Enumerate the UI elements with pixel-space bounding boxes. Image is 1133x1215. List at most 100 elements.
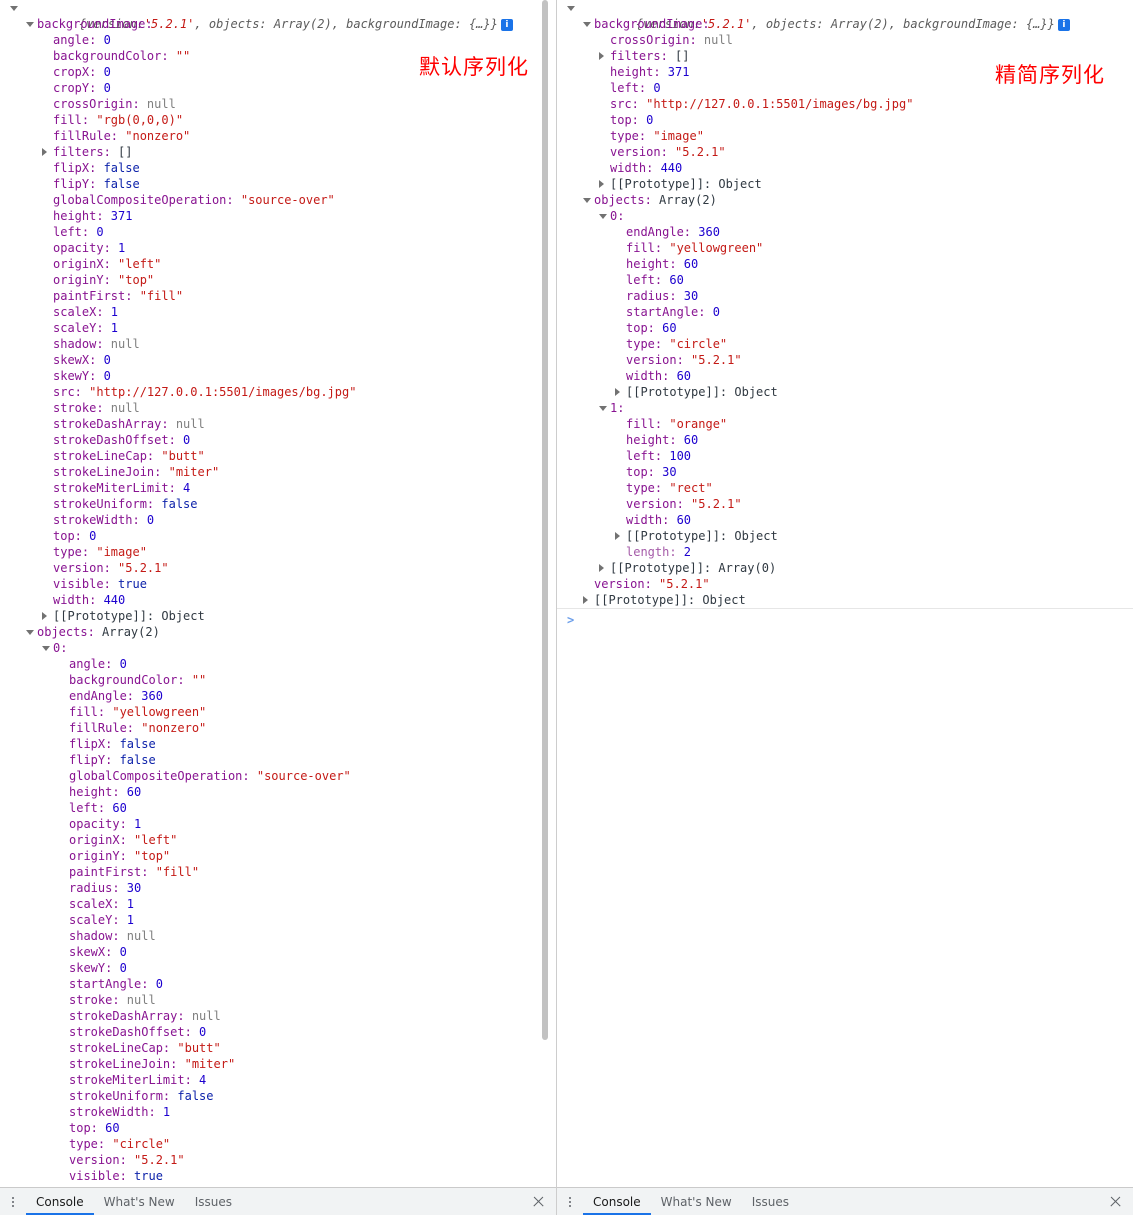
property-row[interactable]: originX: "left" <box>0 256 556 272</box>
property-row[interactable]: originX: "left" <box>0 832 556 848</box>
property-row[interactable]: radius: 30 <box>557 288 1133 304</box>
disclosure-triangle-closed-icon[interactable] <box>599 564 604 572</box>
property-row[interactable]: originY: "top" <box>0 272 556 288</box>
property-row[interactable]: startAngle: 0 <box>0 976 556 992</box>
property-row[interactable]: src: "http://127.0.0.1:5501/images/bg.jp… <box>557 96 1133 112</box>
tab-whats-new-right[interactable]: What's New <box>651 1189 742 1215</box>
console-output-left[interactable]: {version:'5.2.1', objects: Array(2), bac… <box>0 0 556 1187</box>
property-row[interactable]: fill: "yellowgreen" <box>0 704 556 720</box>
vertical-scrollbar-left[interactable] <box>541 0 549 1180</box>
disclosure-triangle-open-icon[interactable] <box>42 646 50 651</box>
property-row[interactable]: skewX: 0 <box>0 944 556 960</box>
property-row[interactable]: strokeUniform: false <box>0 496 556 512</box>
property-row[interactable]: strokeWidth: 1 <box>0 1104 556 1120</box>
property-row[interactable]: height: 371 <box>0 208 556 224</box>
tab-issues-left[interactable]: Issues <box>185 1189 242 1215</box>
property-row[interactable]: type: "image" <box>557 128 1133 144</box>
property-row[interactable]: src: "http://127.0.0.1:5501/images/bg.jp… <box>0 384 556 400</box>
disclosure-triangle-open-icon[interactable] <box>26 22 34 27</box>
close-icon-left[interactable] <box>526 1189 552 1215</box>
property-row[interactable]: cropY: 0 <box>0 80 556 96</box>
property-row[interactable]: scaleX: 1 <box>0 304 556 320</box>
property-row[interactable]: skewY: 0 <box>0 960 556 976</box>
tab-console-left[interactable]: Console <box>26 1189 94 1215</box>
property-row[interactable]: version: "5.2.1" <box>557 576 1133 592</box>
property-row[interactable]: stroke: null <box>0 400 556 416</box>
property-row[interactable]: height: 60 <box>0 784 556 800</box>
property-row[interactable]: strokeLineJoin: "miter" <box>0 1056 556 1072</box>
property-row[interactable]: type: "rect" <box>557 480 1133 496</box>
property-row[interactable]: strokeLineJoin: "miter" <box>0 464 556 480</box>
disclosure-triangle-closed-icon[interactable] <box>42 148 47 156</box>
property-row[interactable]: backgroundImage: <box>0 16 556 32</box>
property-row[interactable]: globalCompositeOperation: "source-over" <box>0 768 556 784</box>
disclosure-triangle-closed-icon[interactable] <box>615 532 620 540</box>
property-row[interactable]: objects: Array(2) <box>0 624 556 640</box>
property-row[interactable]: 1: <box>557 400 1133 416</box>
property-row[interactable]: opacity: 1 <box>0 240 556 256</box>
property-row[interactable]: flipY: false <box>0 752 556 768</box>
property-row[interactable]: scaleY: 1 <box>0 912 556 928</box>
property-row[interactable]: visible: true <box>0 576 556 592</box>
property-row[interactable]: [[Prototype]]: Object <box>557 528 1133 544</box>
property-row[interactable]: flipY: false <box>0 176 556 192</box>
property-row[interactable]: flipX: false <box>0 736 556 752</box>
property-row[interactable]: shadow: null <box>0 336 556 352</box>
property-row[interactable]: strokeDashArray: null <box>0 1008 556 1024</box>
console-output-right[interactable]: {version:'5.2.1', objects: Array(2), bac… <box>557 0 1133 1187</box>
property-row[interactable]: fillRule: "nonzero" <box>0 720 556 736</box>
property-row[interactable]: strokeLineCap: "butt" <box>0 1040 556 1056</box>
tab-whats-new-left[interactable]: What's New <box>94 1189 185 1215</box>
property-row[interactable]: 0: <box>0 640 556 656</box>
kebab-menu-icon[interactable] <box>0 1189 26 1215</box>
disclosure-triangle-open-icon[interactable] <box>583 198 591 203</box>
property-row[interactable]: type: "circle" <box>0 1136 556 1152</box>
property-row[interactable]: shadow: null <box>0 928 556 944</box>
property-row[interactable]: version: "5.2.1" <box>557 352 1133 368</box>
property-row[interactable]: strokeWidth: 0 <box>0 512 556 528</box>
property-row[interactable]: left: 60 <box>557 272 1133 288</box>
property-row[interactable]: flipX: false <box>0 160 556 176</box>
scrollbar-thumb[interactable] <box>542 0 548 1040</box>
property-row[interactable]: crossOrigin: null <box>557 32 1133 48</box>
property-row[interactable]: width: 60 <box>557 512 1133 528</box>
property-row[interactable]: filters: [] <box>0 144 556 160</box>
property-row[interactable]: height: 60 <box>557 432 1133 448</box>
property-row[interactable]: strokeLineCap: "butt" <box>0 448 556 464</box>
property-row[interactable]: visible: true <box>0 1168 556 1184</box>
property-row[interactable]: type: "circle" <box>557 336 1133 352</box>
property-row[interactable]: strokeMiterLimit: 4 <box>0 480 556 496</box>
property-row[interactable]: angle: 0 <box>0 656 556 672</box>
disclosure-triangle-closed-icon[interactable] <box>615 388 620 396</box>
property-row[interactable]: endAngle: 360 <box>557 224 1133 240</box>
property-row[interactable]: strokeUniform: false <box>0 1088 556 1104</box>
property-row[interactable]: top: 0 <box>0 528 556 544</box>
disclosure-triangle-open-icon[interactable] <box>599 214 607 219</box>
property-row[interactable]: strokeDashArray: null <box>0 416 556 432</box>
close-icon-right[interactable] <box>1103 1189 1129 1215</box>
property-row[interactable]: version: "5.2.1" <box>557 144 1133 160</box>
disclosure-triangle-open-icon[interactable] <box>10 6 18 11</box>
tab-console-right[interactable]: Console <box>583 1189 651 1215</box>
property-row[interactable]: width: 440 <box>0 592 556 608</box>
disclosure-triangle-closed-icon[interactable] <box>42 612 47 620</box>
property-row[interactable]: fill: "orange" <box>557 416 1133 432</box>
property-row[interactable]: crossOrigin: null <box>0 96 556 112</box>
property-row[interactable]: left: 100 <box>557 448 1133 464</box>
property-row[interactable]: skewX: 0 <box>0 352 556 368</box>
property-row[interactable]: [[Prototype]]: Array(0) <box>557 560 1133 576</box>
property-row[interactable]: globalCompositeOperation: "source-over" <box>0 192 556 208</box>
property-row[interactable]: startAngle: 0 <box>557 304 1133 320</box>
property-row[interactable]: top: 0 <box>557 112 1133 128</box>
property-row[interactable]: fillRule: "nonzero" <box>0 128 556 144</box>
kebab-menu-icon[interactable] <box>557 1189 583 1215</box>
property-row[interactable]: width: 440 <box>557 160 1133 176</box>
tab-issues-right[interactable]: Issues <box>742 1189 799 1215</box>
property-row[interactable]: stroke: null <box>0 992 556 1008</box>
disclosure-triangle-open-icon[interactable] <box>567 6 575 11</box>
property-row[interactable]: [[Prototype]]: Object <box>557 592 1133 608</box>
property-row[interactable]: left: 0 <box>0 224 556 240</box>
disclosure-triangle-closed-icon[interactable] <box>583 596 588 604</box>
property-row[interactable]: top: 30 <box>557 464 1133 480</box>
property-row[interactable]: paintFirst: "fill" <box>0 288 556 304</box>
